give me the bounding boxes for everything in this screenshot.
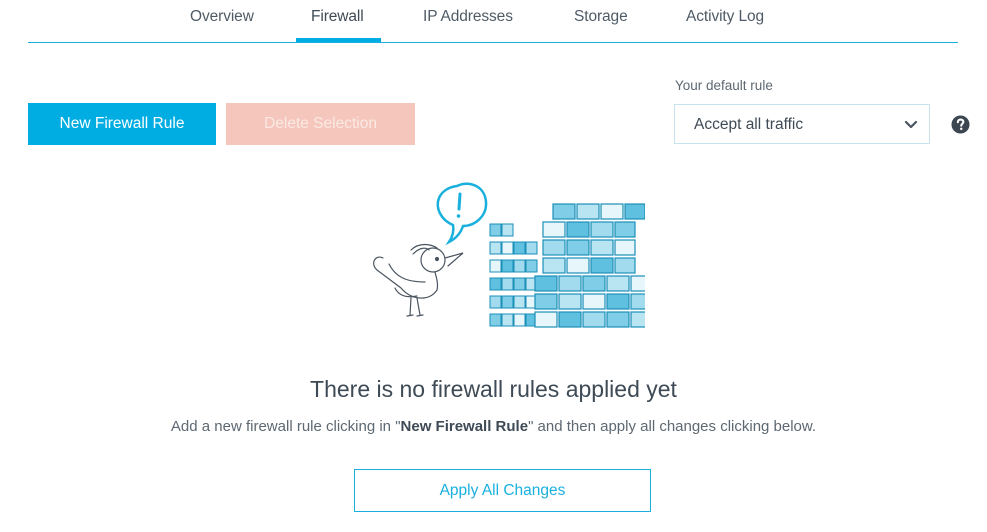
brick	[489, 223, 502, 237]
brick	[614, 221, 636, 238]
brick	[614, 239, 636, 256]
brick	[501, 295, 514, 309]
brick	[534, 275, 558, 292]
brick	[501, 241, 514, 255]
empty-state-illustration	[373, 182, 645, 328]
brick	[534, 311, 558, 328]
brick	[489, 295, 502, 309]
brick	[630, 275, 645, 292]
brick	[513, 241, 526, 255]
tab-overview[interactable]: Overview	[190, 8, 254, 26]
brick	[606, 293, 630, 310]
brick	[614, 257, 636, 274]
brick	[558, 311, 582, 328]
brick	[525, 259, 538, 273]
tab-storage[interactable]: Storage	[574, 8, 628, 26]
brick	[624, 203, 645, 220]
desc-suffix: " and then apply all changes clicking be…	[528, 418, 817, 435]
brick	[513, 277, 526, 291]
brick	[630, 311, 645, 328]
brick	[534, 293, 558, 310]
brick	[582, 275, 606, 292]
empty-state-description: Add a new firewall rule clicking in "New…	[0, 418, 987, 435]
brick	[558, 293, 582, 310]
empty-state-title: There is no firewall rules applied yet	[310, 376, 677, 402]
brick	[566, 257, 590, 274]
apply-all-changes-button[interactable]: Apply All Changes	[354, 469, 651, 512]
brick	[501, 277, 514, 291]
brick	[566, 221, 590, 238]
delete-selection-button[interactable]: Delete Selection	[226, 103, 415, 145]
desc-bold: New Firewall Rule	[400, 418, 529, 435]
brick	[501, 313, 514, 327]
brick	[542, 221, 566, 238]
brick	[501, 259, 514, 273]
speech-bubble-icon	[436, 182, 488, 246]
brick	[489, 313, 502, 327]
tab-ip-addresses[interactable]: IP Addresses	[423, 8, 513, 26]
brick	[590, 239, 614, 256]
brick	[566, 239, 590, 256]
brick	[489, 277, 502, 291]
brick	[600, 203, 624, 220]
bird-icon	[373, 243, 464, 317]
tab-firewall[interactable]: Firewall	[311, 8, 364, 26]
brick	[590, 257, 614, 274]
brick	[576, 203, 600, 220]
brick	[513, 313, 526, 327]
brick	[582, 311, 606, 328]
default-rule-select[interactable]: Accept all traffic	[674, 104, 930, 144]
brick	[582, 293, 606, 310]
brick	[630, 293, 645, 310]
question-circle-icon[interactable]	[951, 115, 970, 134]
brick	[513, 295, 526, 309]
brick	[606, 311, 630, 328]
tab-bar: Overview Firewall IP Addresses Storage A…	[28, 0, 958, 43]
brick	[489, 259, 502, 273]
brick	[542, 257, 566, 274]
brick	[513, 259, 526, 273]
desc-prefix: Add a new firewall rule clicking in "	[170, 418, 401, 435]
active-tab-indicator	[296, 38, 381, 42]
brick-wall-icon	[489, 203, 645, 328]
brick	[558, 275, 582, 292]
default-rule-value: Accept all traffic	[694, 116, 804, 133]
brick	[501, 223, 514, 237]
brick	[606, 275, 630, 292]
new-firewall-rule-button[interactable]: New Firewall Rule	[28, 103, 216, 145]
brick	[489, 241, 502, 255]
brick	[525, 241, 538, 255]
brick	[552, 203, 576, 220]
tab-activity-log[interactable]: Activity Log	[686, 8, 764, 26]
brick	[590, 221, 614, 238]
chevron-down-icon	[904, 120, 918, 129]
default-rule-label: Your default rule	[675, 78, 773, 93]
brick	[542, 239, 566, 256]
